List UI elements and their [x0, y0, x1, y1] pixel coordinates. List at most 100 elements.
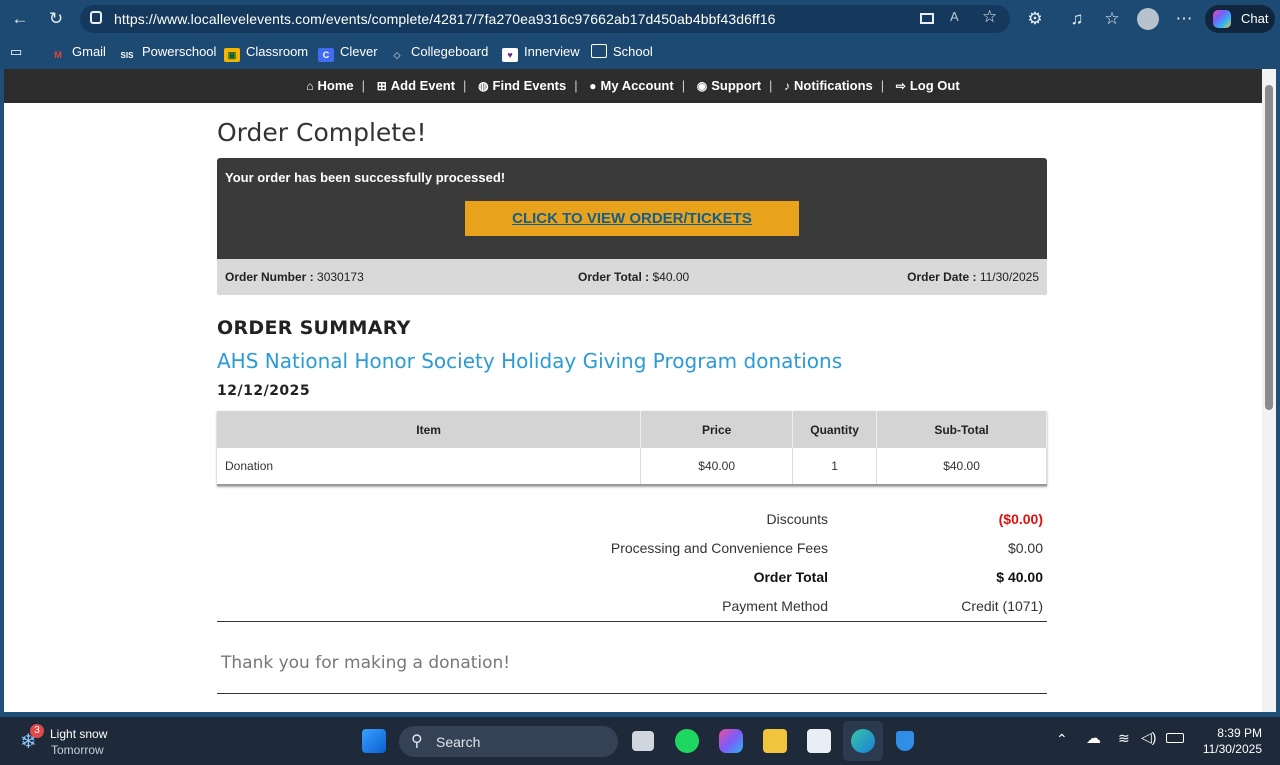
scrollbar-thumb[interactable]	[1265, 85, 1273, 410]
column-header: Quantity	[792, 411, 878, 448]
home-icon: ⌂	[306, 79, 314, 93]
taskbar-search[interactable]: ⚲ Search	[399, 726, 618, 757]
divider	[217, 621, 1047, 622]
clever-icon: C	[318, 48, 334, 62]
nav-notifications[interactable]: ♪ Notifications	[784, 78, 873, 93]
table-row: Donation $40.00 1 $40.00	[217, 448, 1047, 486]
browser-chrome: ← ↻ https://www.locallevelevents.com/eve…	[0, 0, 1280, 69]
profile-avatar[interactable]	[1137, 8, 1159, 30]
powerschool-icon: SIS	[120, 51, 134, 60]
back-arrow-icon[interactable]: ←	[8, 7, 32, 31]
nav-log-out[interactable]: ⇨ Log Out	[896, 78, 960, 93]
page-title: Order Complete!	[217, 118, 427, 147]
discounts-row: Discounts ($0.00)	[217, 511, 1047, 531]
order-meta-bar: Order Number : 3030173 Order Total : $40…	[217, 259, 1047, 295]
fees-row: Processing and Convenience Fees $0.00	[217, 540, 1047, 560]
task-view-icon[interactable]	[632, 731, 654, 751]
read-aloud-icon[interactable]: A	[950, 9, 959, 24]
more-menu-icon[interactable]: ⋯	[1172, 7, 1196, 31]
fees-value: $0.00	[1007, 540, 1043, 556]
globe-icon: ◍	[478, 79, 489, 93]
nav-support[interactable]: ◉ Support	[697, 78, 761, 93]
bookmark-school[interactable]: School	[591, 44, 653, 62]
weather-when: Tomorrow	[51, 743, 104, 757]
onedrive-cloud-icon[interactable]: ☁	[1086, 729, 1101, 747]
table-header-row: Item Price Quantity Sub-Total	[217, 411, 1047, 448]
payment-method-value: Credit (1071)	[961, 598, 1043, 614]
reader-view-icon[interactable]	[920, 13, 934, 24]
address-bar[interactable]: https://www.locallevelevents.com/events/…	[80, 5, 1010, 33]
view-order-tickets-button[interactable]: CLICK TO VIEW ORDER/TICKETS	[465, 201, 799, 236]
clock-date: 11/30/2025	[1202, 742, 1262, 756]
discounts-value: ($0.00)	[998, 511, 1043, 527]
url-text[interactable]: https://www.locallevelevents.com/events/…	[114, 11, 776, 27]
order-total-row: Order Total $ 40.00	[217, 569, 1047, 589]
extensions-icon[interactable]: ⚙	[1023, 7, 1047, 31]
search-label: Search	[436, 734, 481, 750]
subtotal-cell: $40.00	[876, 448, 1047, 486]
page-viewport: ⌂ Home | ⊞ Add Event | ◍ Find Events | ● My Acc…	[4, 69, 1262, 712]
event-date: 12/12/2025	[217, 383, 311, 399]
collegeboard-icon: ◇	[393, 50, 401, 60]
nav-home[interactable]: ⌂ Home	[306, 78, 353, 93]
bookmark-classroom[interactable]: ▣ Classroom	[224, 44, 308, 62]
folder-icon	[591, 44, 607, 58]
price-cell: $40.00	[640, 448, 794, 486]
order-total-value: $ 40.00	[996, 569, 1043, 585]
bookmark-gmail[interactable]: M Gmail	[50, 44, 106, 62]
nav-add-event[interactable]: ⊞ Add Event	[377, 78, 455, 93]
nav-find-events[interactable]: ◍ Find Events	[478, 78, 566, 93]
copilot-app-icon[interactable]	[719, 729, 743, 753]
user-icon: ●	[589, 79, 597, 93]
discounts-label: Discounts	[766, 511, 828, 527]
classroom-icon: ▣	[224, 48, 240, 62]
microsoft-store-icon[interactable]	[807, 729, 831, 753]
bookmark-collegeboard[interactable]: ◇ Collegeboard	[389, 44, 489, 62]
nav-my-account[interactable]: ● My Account	[589, 78, 673, 93]
browser-essentials-icon[interactable]: ♫	[1065, 7, 1089, 31]
copilot-chat-button[interactable]: Chat	[1205, 5, 1275, 33]
system-clock[interactable]: 8:39 PM 11/30/2025	[1196, 726, 1262, 756]
speaker-icon[interactable]: ◁)	[1141, 729, 1156, 746]
start-icon[interactable]	[362, 729, 386, 753]
item-cell: Donation	[217, 448, 642, 486]
windows-taskbar: ❄ 3 Light snow Tomorrow ⚲ Search ⌃ ☁ ≋ ◁…	[0, 717, 1280, 765]
sign-out-icon: ⇨	[895, 79, 906, 93]
column-header: Sub-Total	[876, 411, 1047, 448]
order-total: Order Total : $40.00	[578, 270, 690, 284]
event-title-link[interactable]: AHS National Honor Society Holiday Givin…	[217, 349, 842, 373]
favorites-icon[interactable]: ☆	[1100, 7, 1124, 31]
page-scrollbar[interactable]	[1262, 69, 1276, 712]
order-total-label: Order Total	[753, 569, 828, 585]
bookmark-powerschool[interactable]: SIS Powerschool	[118, 44, 217, 62]
column-header: Item	[217, 411, 642, 448]
bookmark-innerview[interactable]: ♥ Innerview	[502, 44, 580, 62]
weather-badge: 3	[30, 724, 44, 738]
order-number: Order Number : 3030173	[225, 270, 364, 284]
search-icon: ⚲	[411, 733, 423, 750]
payment-method-row: Payment Method Credit (1071)	[217, 598, 1047, 618]
column-header: Price	[640, 411, 794, 448]
refresh-icon[interactable]: ↻	[44, 7, 68, 31]
innerview-icon: ♥	[502, 48, 518, 62]
success-message: Your order has been successfully process…	[225, 170, 506, 185]
weather-condition: Light snow	[50, 727, 108, 741]
file-explorer-icon[interactable]	[763, 729, 787, 753]
wifi-icon[interactable]: ≋	[1118, 730, 1130, 747]
defender-icon[interactable]	[896, 731, 914, 751]
chevron-up-icon[interactable]: ⌃	[1056, 731, 1068, 748]
divider	[217, 693, 1047, 694]
bell-icon: ♪	[784, 79, 791, 93]
edge-icon[interactable]	[851, 729, 875, 753]
chat-label: Chat	[1241, 11, 1269, 26]
bookmark-clever[interactable]: C Clever	[318, 44, 378, 62]
lock-icon	[90, 11, 102, 24]
payment-method-label: Payment Method	[722, 598, 828, 614]
battery-icon[interactable]	[1166, 733, 1184, 743]
favorite-star-icon[interactable]: ☆	[982, 7, 997, 27]
spotify-icon[interactable]	[675, 729, 699, 753]
gmail-icon: M	[54, 50, 62, 60]
order-summary-heading: ORDER SUMMARY	[217, 317, 411, 339]
order-items-table: Item Price Quantity Sub-Total Donation $…	[217, 411, 1047, 486]
collections-icon[interactable]: ▭	[10, 44, 22, 62]
